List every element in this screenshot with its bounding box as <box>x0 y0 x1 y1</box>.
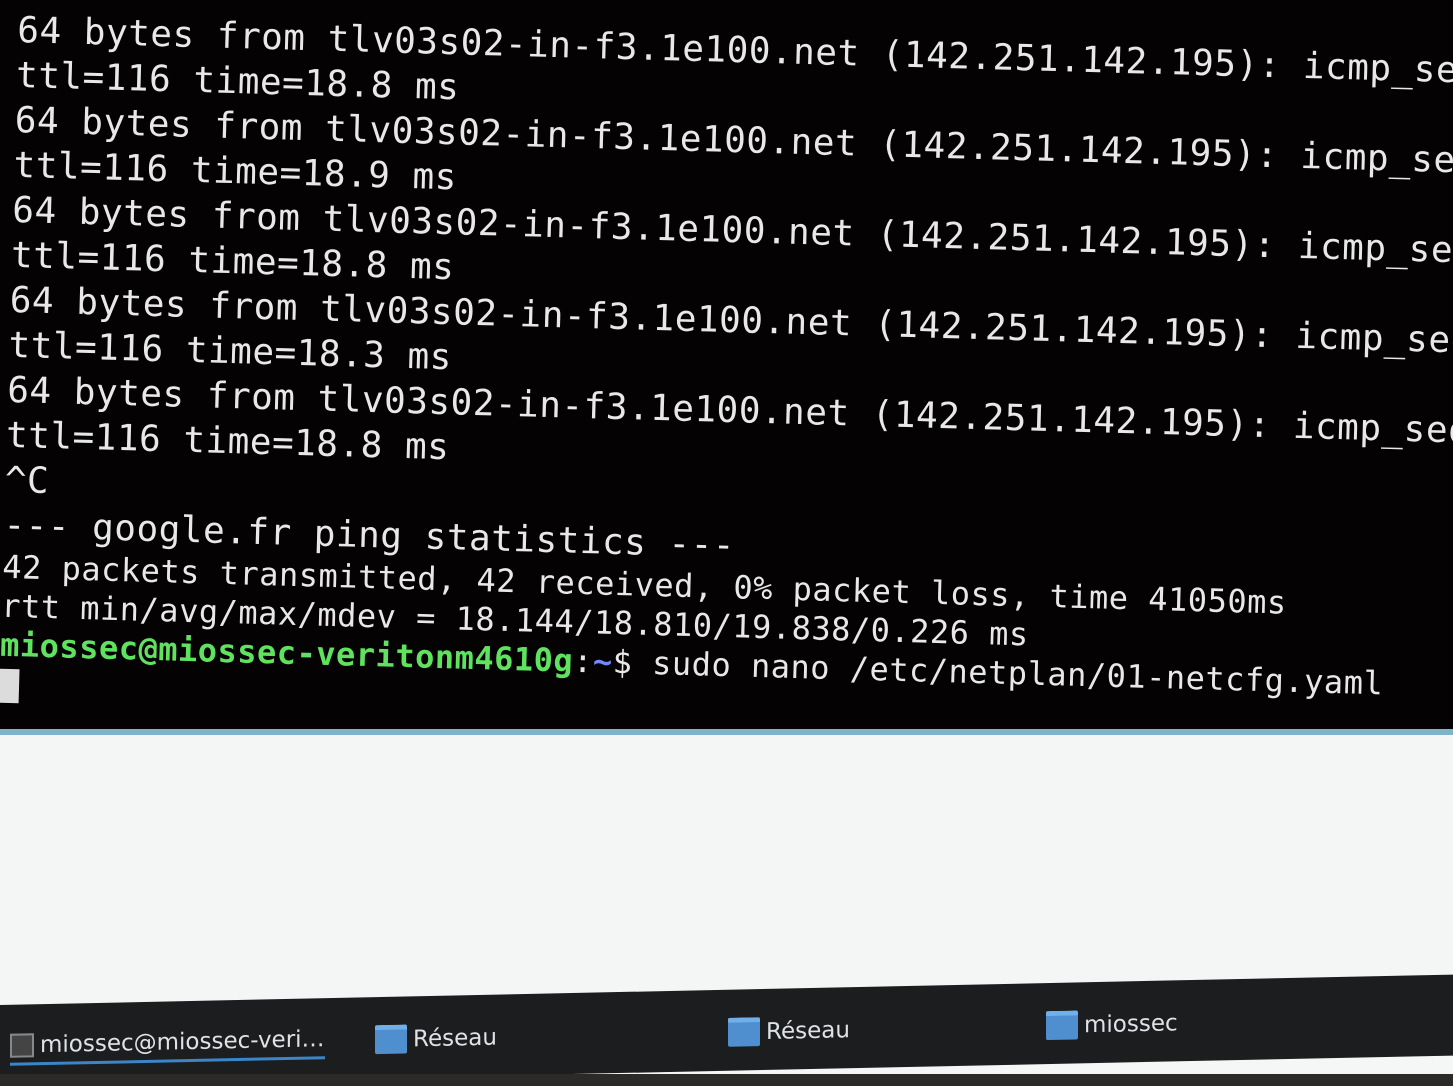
terminal-icon <box>10 1033 34 1058</box>
folder-icon <box>375 1024 407 1055</box>
terminal-output: 64 bytes from tlv03s02-in-f3.1e100.net (… <box>0 8 1453 729</box>
terminal-window[interactable]: 64 bytes from tlv03s02-in-f3.1e100.net (… <box>0 0 1453 735</box>
taskbar-item-label: Réseau <box>766 1016 850 1045</box>
prompt-separator: : <box>572 641 594 681</box>
screen-photo: 64 bytes from tlv03s02-in-f3.1e100.net (… <box>0 0 1453 1086</box>
monitor-bezel <box>0 1074 1453 1086</box>
text-cursor <box>0 668 20 704</box>
taskbar-item-terminal[interactable]: miossec@miossec-veri… <box>10 1026 325 1066</box>
taskbar-item-label: Réseau <box>413 1024 497 1052</box>
taskbar-item-reseau-1[interactable]: Réseau <box>375 1023 497 1055</box>
folder-icon <box>728 1017 760 1047</box>
taskbar-item-miossec[interactable]: miossec <box>1046 1008 1178 1041</box>
taskbar-item-label: miossec <box>1084 1009 1178 1038</box>
taskbar-item-reseau-2[interactable]: Réseau <box>728 1015 850 1047</box>
prompt-symbol: $ <box>612 642 633 682</box>
taskbar-item-label: miossec@miossec-veri… <box>40 1026 325 1059</box>
prompt-path: ~ <box>592 642 614 681</box>
folder-icon <box>1046 1010 1078 1041</box>
